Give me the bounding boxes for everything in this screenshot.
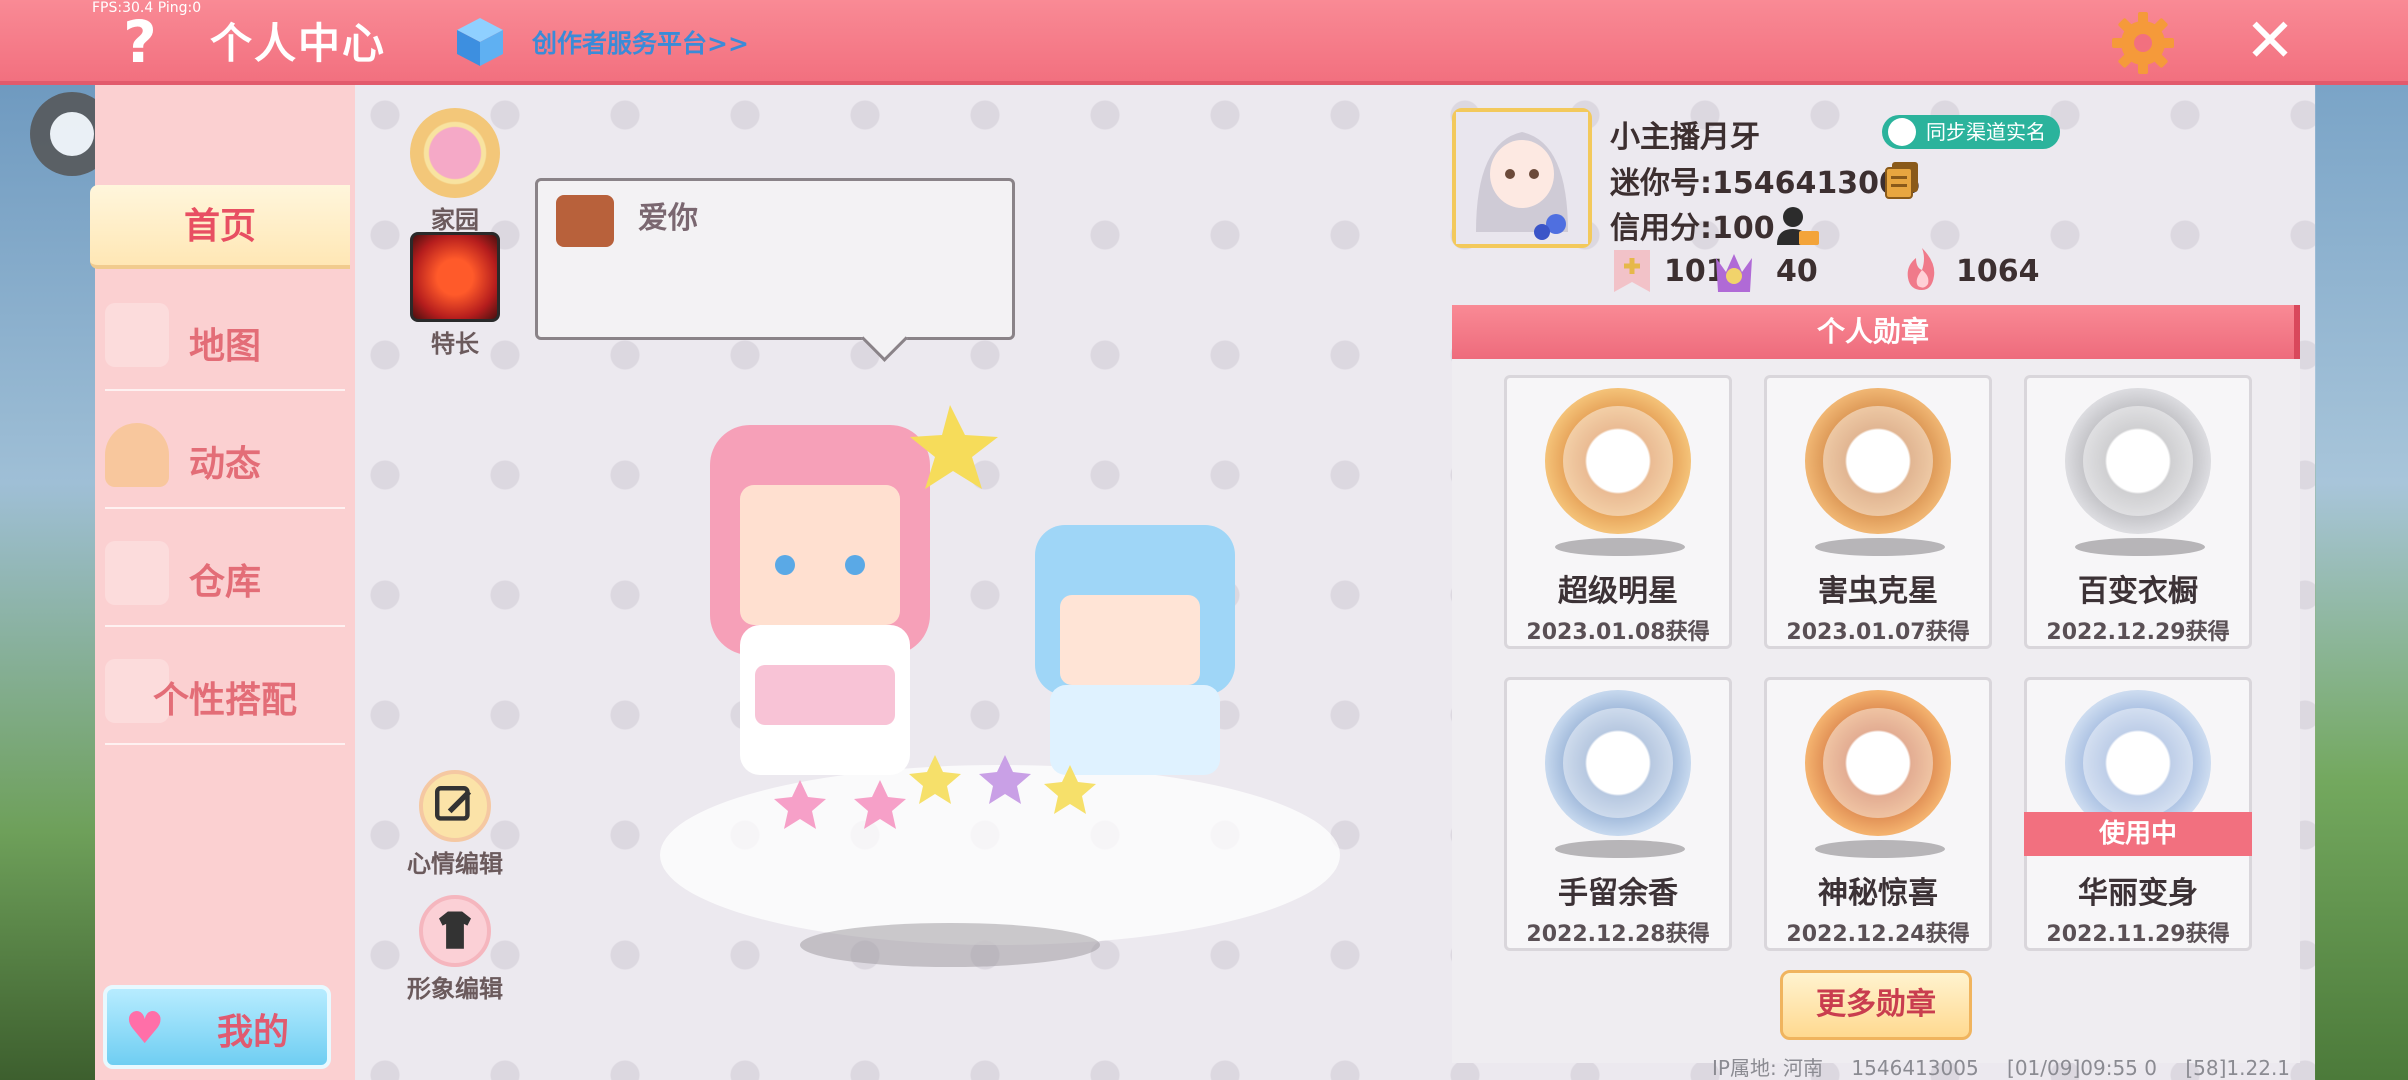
badge-name: 害虫克星 [1818, 574, 1938, 609]
sidebar-item-outfit[interactable]: 个性搭配 [95, 659, 355, 743]
mood-bubble: 爱你 [535, 178, 1015, 340]
badge-name: 手留余香 [1558, 876, 1678, 911]
badge-name: 百变衣橱 [2078, 574, 2198, 609]
divider [105, 507, 345, 509]
footer-time: [01/09]09:55 0 [2007, 1056, 2157, 1080]
close-icon[interactable]: ✕ [2240, 8, 2300, 74]
badge-card[interactable]: 超级明星 2023.01.08获得 [1504, 375, 1732, 649]
top-bar: FPS:30.4 Ping:0 ? 个人中心 创作者服务平台>> ✕ [0, 0, 2408, 85]
sidebar-item-map[interactable]: 地图 [95, 305, 355, 389]
badge-card[interactable]: 害虫克星 2023.01.07获得 [1764, 375, 1992, 649]
page-title: 个人中心 [210, 19, 387, 68]
divider [105, 743, 345, 745]
help-icon[interactable]: ? [110, 10, 170, 74]
look-edit-button[interactable]: 形象编辑 [405, 895, 505, 1004]
divider [105, 625, 345, 627]
look-edit-label: 形象编辑 [407, 975, 503, 1003]
mini-id: 迷你号:1546413005 [1610, 166, 1921, 201]
user-name: 小主播月牙 [1610, 120, 1760, 155]
flame-icon [1907, 248, 1935, 290]
mine-label: 我的 [217, 1012, 290, 1053]
medal-shadow [2075, 538, 2205, 556]
emote-icon [556, 195, 614, 247]
medal-shadow [1815, 538, 1945, 556]
more-badges-button[interactable]: 更多勋章 [1780, 970, 1972, 1040]
background-right [2316, 85, 2408, 1080]
pencil-icon [419, 770, 491, 842]
sync-realname-badge[interactable]: 同步渠道实名 [1882, 115, 2060, 149]
mood-text: 爱你 [638, 201, 698, 236]
avatar[interactable] [1452, 108, 1592, 248]
gear-icon[interactable] [2110, 10, 2176, 76]
badge-name: 华丽变身 [2078, 876, 2198, 911]
badge-date: 2022.12.28获得 [1526, 922, 1710, 947]
fragrance-medal-icon [1545, 690, 1691, 836]
badge-card[interactable]: 百变衣橱 2022.12.29获得 [2024, 375, 2252, 649]
footer-version: [58]1.22.1 [2185, 1056, 2291, 1080]
wardrobe-medal-icon [2065, 388, 2211, 534]
cube-icon[interactable] [455, 16, 505, 68]
character-scene [660, 405, 1340, 967]
badge-card[interactable]: 使用中 华丽变身 2022.11.29获得 [2024, 677, 2252, 951]
sidebar: 首页 地图 动态 仓库 个性搭配 ♥ 我的 [90, 85, 355, 1080]
background-left [0, 85, 95, 1080]
superstar-medal-icon [1545, 388, 1691, 534]
sidebar-item-warehouse[interactable]: 仓库 [95, 541, 355, 625]
badge-date: 2022.12.24获得 [1786, 922, 1970, 947]
badge-name: 超级明星 [1558, 574, 1678, 609]
divider [105, 389, 345, 391]
like-bookmark-icon [1614, 250, 1650, 292]
sidebar-item-home[interactable]: 首页 [90, 185, 350, 269]
in-use-badge: 使用中 [2024, 812, 2252, 856]
heart-icon: ♥ [125, 1003, 165, 1054]
house-icon [410, 108, 500, 198]
mood-edit-label: 心情编辑 [407, 850, 503, 878]
fans-icon [1716, 254, 1752, 292]
badge-date: 2022.11.29获得 [2046, 922, 2230, 947]
shirt-icon [419, 895, 491, 967]
surprise-medal-icon [1805, 690, 1951, 836]
credit-info-icon[interactable] [1775, 203, 1821, 249]
badge-date: 2023.01.08获得 [1526, 620, 1710, 645]
fans-count: 40 [1776, 254, 1818, 289]
medal-shadow [1555, 538, 1685, 556]
copy-icon[interactable] [1884, 160, 1920, 200]
talent-button[interactable]: 特长 [405, 232, 505, 359]
user-icon [1888, 118, 1916, 146]
badge-date: 2022.12.29获得 [2046, 620, 2230, 645]
home-garden-label: 家园 [431, 206, 479, 234]
home-garden-button[interactable]: 家园 [405, 108, 505, 235]
badges-title: 个人勋章 [1452, 305, 2300, 359]
badge-date: 2023.01.07获得 [1786, 620, 1970, 645]
sidebar-item-feed[interactable]: 动态 [95, 423, 355, 507]
medal-shadow [1815, 840, 1945, 858]
talent-icon [410, 232, 500, 322]
ip-location: IP属地: 河南 [1712, 1056, 1824, 1080]
mine-button[interactable]: ♥ 我的 [103, 985, 331, 1069]
mood-edit-button[interactable]: 心情编辑 [405, 770, 505, 879]
talent-label: 特长 [431, 330, 479, 358]
pest-buster-medal-icon [1805, 388, 1951, 534]
badge-card[interactable]: 手留余香 2022.12.28获得 [1504, 677, 1732, 951]
badges-panel: 个人勋章 超级明星 2023.01.08获得 害虫克星 2023.01.07获得… [1452, 305, 2300, 1063]
badge-card[interactable]: 神秘惊喜 2022.12.24获得 [1764, 677, 1992, 951]
badge-name: 神秘惊喜 [1818, 876, 1938, 911]
heat-count: 1064 [1956, 254, 2040, 289]
footer-uid: 1546413005 [1851, 1056, 1979, 1080]
footer-info: IP属地: 河南 1546413005 [01/09]09:55 0 [58]1… [1712, 1052, 2312, 1080]
creator-platform-link[interactable]: 创作者服务平台>> [532, 24, 749, 60]
credit-score: 信用分:100 [1610, 211, 1775, 246]
medal-shadow [1555, 840, 1685, 858]
sync-realname-label: 同步渠道实名 [1926, 120, 2046, 144]
